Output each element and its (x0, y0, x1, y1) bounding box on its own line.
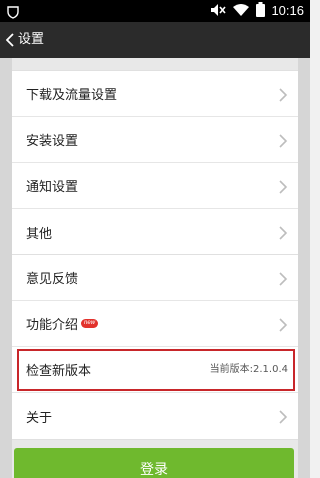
settings-row-about[interactable]: 关于 (12, 393, 298, 439)
chevron-left-icon (6, 33, 14, 47)
chevron-right-icon (278, 179, 288, 194)
left-edge-shadow (0, 58, 12, 478)
settings-row-download-traffic[interactable]: 下载及流量设置 (12, 71, 298, 117)
back-button[interactable]: 设置 (0, 22, 54, 58)
settings-row-feedback[interactable]: 意见反馈 (12, 255, 298, 301)
status-time: 10:16 (271, 3, 304, 18)
new-badge: new (81, 319, 99, 328)
settings-row-label: 检查新版本 (26, 364, 92, 379)
settings-row-label: 下载及流量设置 (26, 88, 118, 103)
current-version-text: 当前版本:2.1.0.4 (209, 364, 288, 375)
shield-icon (6, 4, 20, 19)
settings-row-check-update[interactable]: 检查新版本 当前版本:2.1.0.4 (12, 347, 298, 393)
chevron-right-icon (278, 225, 288, 240)
chevron-right-icon (278, 409, 288, 424)
settings-row-features[interactable]: 功能介绍 new (12, 301, 298, 347)
settings-row-label: 意见反馈 (26, 272, 79, 287)
settings-row-label: 其他 (26, 226, 53, 242)
settings-row-label: 通知设置 (26, 180, 79, 195)
chevron-right-icon (278, 271, 288, 286)
battery-icon (256, 1, 266, 21)
chevron-right-icon (278, 87, 288, 102)
settings-row-label: 安装设置 (26, 134, 79, 149)
settings-row-notifications[interactable]: 通知设置 (12, 163, 298, 209)
chevron-right-icon (278, 133, 288, 148)
right-edge-shadow (298, 58, 310, 478)
chevron-right-icon (278, 317, 288, 332)
wifi-icon (232, 2, 250, 21)
settings-row-label: 功能介绍 (26, 318, 79, 333)
settings-row-other[interactable]: 其他 (12, 209, 298, 255)
page-title: 设置 (18, 32, 45, 47)
settings-row-install[interactable]: 安装设置 (12, 117, 298, 163)
mute-icon (210, 2, 227, 21)
settings-row-label: 关于 (26, 410, 53, 426)
app-bar: 设置 (0, 22, 310, 58)
status-bar: 10:16 (0, 0, 310, 22)
settings-group-about: 意见反馈 功能介绍 new 检查新版本 当前版本:2.1.0.4 关于 (12, 254, 298, 440)
login-button[interactable]: 登录 (14, 448, 294, 478)
settings-group-general: 下载及流量设置 安装设置 通知设置 其他 (12, 70, 298, 256)
